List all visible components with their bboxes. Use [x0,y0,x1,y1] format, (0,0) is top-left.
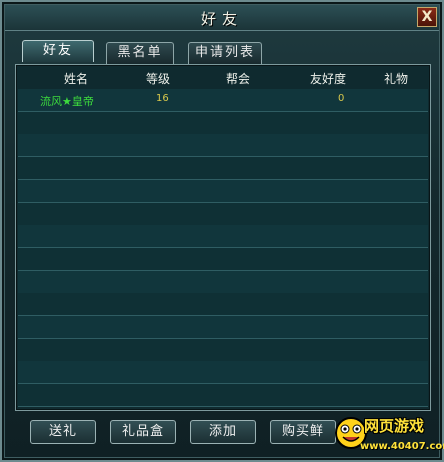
add-friend-button[interactable]: 添加 [190,420,256,444]
window-title: 好友 [200,10,243,28]
column-header-guild: 帮会 [225,72,250,86]
empty-row [18,248,428,271]
tab-applications[interactable]: 申请列表 [188,42,262,64]
empty-row [18,134,428,157]
close-button[interactable]: X [417,7,437,27]
friend-name: 流风★皇帝 [40,95,94,108]
empty-row [18,361,428,384]
friend-list-panel: 姓名 等级 帮会 友好度 礼物 流风★皇帝 16 0 [15,64,431,411]
empty-row [18,293,428,316]
empty-row [18,112,428,135]
column-header-level: 等级 [145,72,170,86]
site-watermark: 网页游戏 www.40407.com [334,412,444,462]
column-header-gift: 礼物 [383,72,408,86]
column-header-name: 姓名 [63,72,88,86]
friends-window: 好友 X 好友 黑名单 申请列表 姓名 等级 帮会 友好度 礼物 流风★皇帝 1… [0,0,444,462]
empty-row [18,225,428,248]
buy-button[interactable]: 购买鲜 [270,420,336,444]
watermark-title: 网页游戏 [364,417,425,435]
tab-friends[interactable]: 好友 [22,40,94,62]
empty-row [18,384,428,407]
gift-box-button[interactable]: 礼品盒 [110,420,176,444]
empty-row [18,316,428,339]
empty-row [18,157,428,180]
empty-row [18,180,428,203]
friend-favor: 0 [338,93,345,104]
empty-row [18,339,428,362]
send-gift-button[interactable]: 送礼 [30,420,96,444]
titlebar[interactable]: 好友 X [5,5,439,31]
friend-row[interactable]: 流风★皇帝 16 0 [18,89,428,112]
empty-row [18,203,428,226]
watermark-url: www.40407.com [360,441,444,452]
friend-level: 16 [156,93,169,104]
column-header-favor: 友好度 [309,72,346,86]
tab-blacklist[interactable]: 黑名单 [106,42,174,64]
empty-row [18,271,428,294]
friend-list: 流风★皇帝 16 0 [18,89,428,407]
